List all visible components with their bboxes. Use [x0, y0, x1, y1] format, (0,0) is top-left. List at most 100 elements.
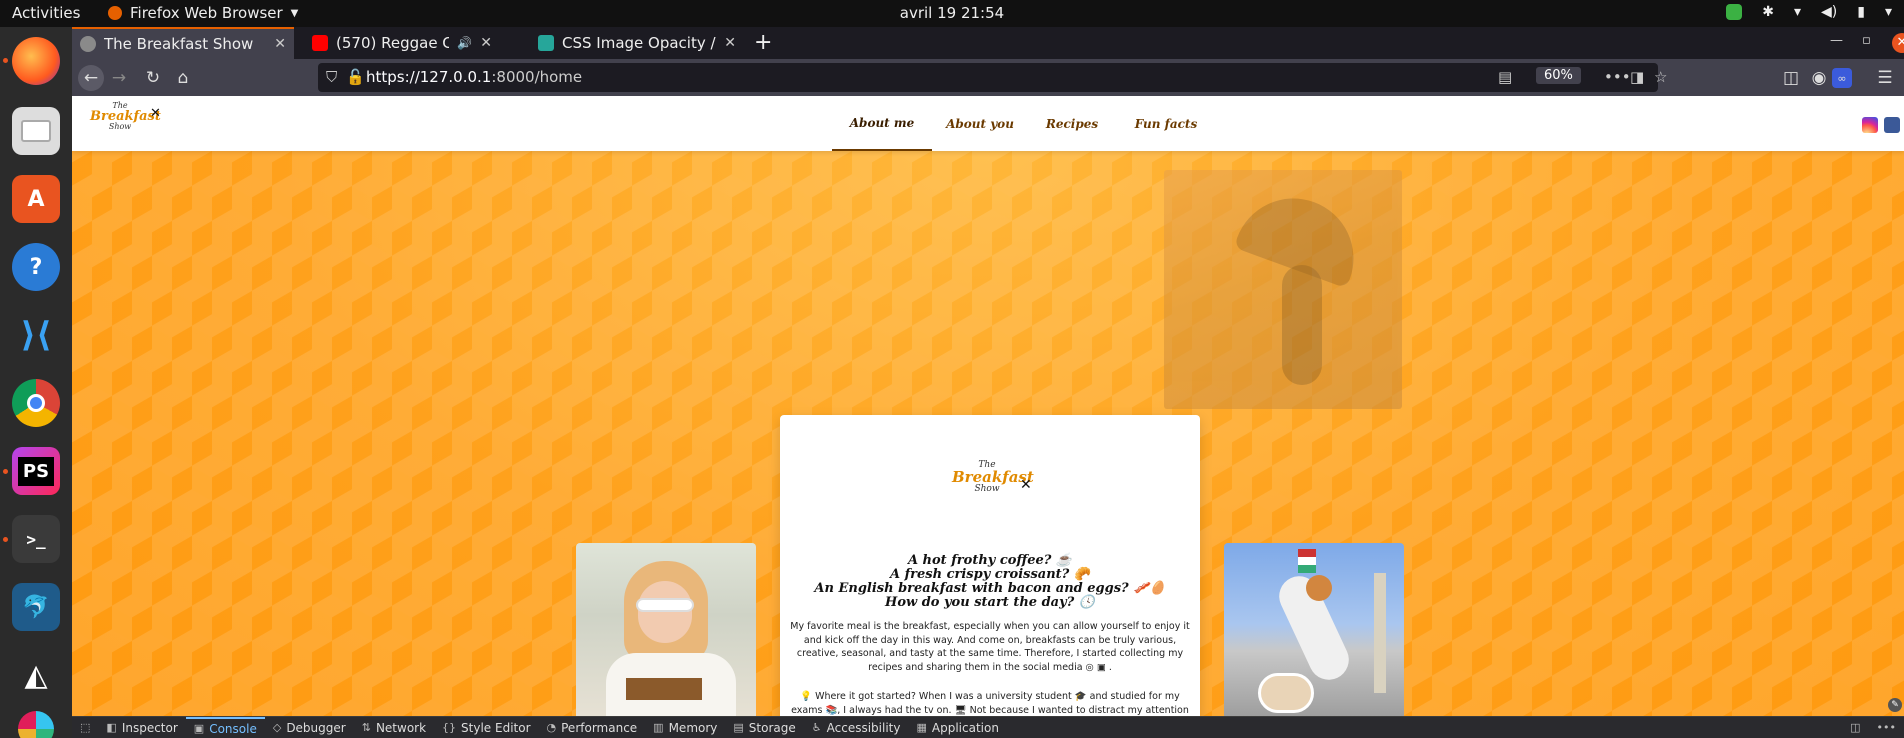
- cutlery-icon: ✕: [150, 106, 161, 121]
- files-icon[interactable]: [12, 107, 60, 155]
- nav-about-me[interactable]: About me: [832, 96, 932, 151]
- mysql-workbench-icon[interactable]: 🐬: [12, 583, 60, 631]
- devtools-pick-element-icon[interactable]: ⬚: [72, 717, 98, 738]
- facebook-icon[interactable]: [1884, 117, 1900, 133]
- devtools-tab-application[interactable]: ▦ Application: [908, 717, 1006, 738]
- page-viewport: The Breakfast Show ✕ About me About you …: [72, 96, 1904, 716]
- photo-column: [1374, 573, 1386, 693]
- maximize-icon[interactable]: ▫: [1862, 33, 1871, 48]
- account-icon[interactable]: ◉: [1806, 65, 1832, 91]
- inkscape-icon[interactable]: ◭: [12, 651, 60, 699]
- new-tab-button[interactable]: +: [754, 30, 772, 55]
- terminal-icon[interactable]: >_: [12, 515, 60, 563]
- tab-label: Debugger: [286, 720, 346, 735]
- floating-action-icon[interactable]: ✎: [1888, 698, 1902, 712]
- devtools-toolbar: ⬚ ◧ Inspector ▣ Console ◇ Debugger ⇅ Network…: [72, 716, 1904, 738]
- slack-dock-icon[interactable]: [12, 710, 60, 738]
- tab-breakfast-show[interactable]: The Breakfast Show ✕: [72, 27, 294, 59]
- app-store-icon[interactable]: A: [12, 175, 60, 223]
- vpn-status-icon[interactable]: [1726, 4, 1743, 20]
- pocket-icon[interactable]: ◨: [1630, 68, 1644, 86]
- site-lock-icon[interactable]: 🔓: [346, 68, 365, 86]
- close-tab-icon[interactable]: ✕: [480, 35, 492, 51]
- home-icon[interactable]: ⌂: [170, 65, 196, 91]
- memory-icon: ▥: [653, 721, 664, 734]
- chrome-icon[interactable]: [12, 379, 60, 427]
- page-favicon-icon: [80, 36, 96, 52]
- accessibility-icon: ♿: [811, 721, 822, 734]
- minimize-icon[interactable]: —: [1830, 33, 1843, 48]
- console-icon: ▣: [193, 722, 205, 735]
- w3schools-icon: [538, 35, 554, 51]
- devtools-tab-accessibility[interactable]: ♿ Accessibility: [804, 717, 909, 738]
- close-window-icon[interactable]: ✕: [1892, 33, 1904, 53]
- inspector-icon: ◧: [106, 721, 117, 734]
- volume-icon: ◀): [1821, 4, 1838, 20]
- phpstorm-icon[interactable]: PS: [12, 447, 60, 495]
- system-tray[interactable]: ✱ ▾ ◀) ▮ ▾: [1726, 4, 1892, 20]
- tab-label: (570) Reggae Covers P: [336, 34, 450, 52]
- devtools-tab-network[interactable]: ⇅ Network: [354, 717, 434, 738]
- running-indicator: [3, 469, 8, 474]
- close-tab-icon[interactable]: ✕: [274, 36, 286, 52]
- card-heading: A hot frothy coffee? ☕ A fresh crispy cr…: [780, 554, 1200, 610]
- wifi-icon: ▾: [1793, 4, 1802, 20]
- heading-line: A fresh crispy croissant? 🥐: [889, 567, 1091, 582]
- instagram-icon[interactable]: [1862, 117, 1878, 133]
- running-indicator: [3, 537, 8, 542]
- power-menu-icon[interactable]: ▾: [1885, 4, 1892, 20]
- extension-icon[interactable]: ∞: [1832, 68, 1852, 88]
- close-tab-icon[interactable]: ✕: [724, 35, 736, 51]
- photo-woman-square: [1224, 543, 1404, 716]
- devtools-tab-performance[interactable]: ◔ Performance: [539, 717, 646, 738]
- firefox-icon[interactable]: [12, 37, 60, 85]
- tab-label: Storage: [748, 720, 796, 735]
- site-logo[interactable]: The Breakfast Show: [90, 102, 161, 131]
- tracking-shield-icon[interactable]: ⛉: [326, 68, 337, 86]
- devtools-more-icon[interactable]: •••: [1869, 717, 1904, 738]
- devtools-tab-inspector[interactable]: ◧ Inspector: [98, 717, 185, 738]
- nav-recipes[interactable]: Recipes: [1028, 96, 1116, 151]
- slack-icon[interactable]: ✱: [1762, 4, 1774, 20]
- reader-view-icon[interactable]: ▤: [1498, 68, 1512, 86]
- help-icon[interactable]: ?: [12, 243, 60, 291]
- devtools-tab-style-editor[interactable]: {} Style Editor: [434, 717, 538, 738]
- url-text[interactable]: https://127.0.0.1:8000/home: [366, 68, 582, 86]
- tab-label: Memory: [668, 720, 718, 735]
- figure-shape: [1282, 265, 1322, 385]
- hero-section: The Breakfast Show ✕ A hot frothy coffee…: [72, 151, 1904, 716]
- clock[interactable]: avril 19 21:54: [0, 4, 1904, 22]
- cutlery-icon: ✕: [1020, 477, 1032, 493]
- debugger-icon: ◇: [272, 721, 282, 734]
- application-icon: ▦: [916, 721, 927, 734]
- nav-fun-facts[interactable]: Fun facts: [1116, 96, 1216, 151]
- devtools-tab-storage[interactable]: ▤ Storage: [725, 717, 803, 738]
- tab-css-opacity[interactable]: CSS Image Opacity / Tran ✕: [530, 27, 744, 59]
- photo-chessboard: [626, 678, 702, 700]
- forward-icon[interactable]: →: [106, 65, 132, 91]
- nav-about-you[interactable]: About you: [932, 96, 1028, 151]
- heading-line: A hot frothy coffee? ☕: [907, 553, 1073, 568]
- menu-icon[interactable]: ☰: [1872, 65, 1898, 91]
- photo-face: [638, 581, 692, 643]
- url-host: https://127.0.0.1: [366, 68, 492, 86]
- bookmark-star-icon[interactable]: ☆: [1654, 68, 1667, 86]
- vscode-icon[interactable]: ⟩⟨: [12, 311, 60, 359]
- devtools-tab-memory[interactable]: ▥ Memory: [645, 717, 725, 738]
- back-icon[interactable]: ←: [78, 65, 104, 91]
- sidebar-icon[interactable]: ◫: [1778, 65, 1804, 91]
- logo-show: Show: [108, 122, 132, 131]
- page-actions-icon[interactable]: •••: [1604, 68, 1631, 86]
- tab-reggae-covers[interactable]: (570) Reggae Covers P 🔊 ✕: [304, 27, 500, 59]
- speaker-icon[interactable]: 🔊: [457, 36, 472, 50]
- zoom-level[interactable]: 60%: [1536, 67, 1581, 84]
- storage-icon: ▤: [733, 721, 744, 734]
- url-bar[interactable]: ⛉ 🔓 https://127.0.0.1:8000/home ▤ 60% ••…: [318, 63, 1667, 92]
- devtools-tab-debugger[interactable]: ◇ Debugger: [265, 717, 354, 738]
- reload-icon[interactable]: ↻: [140, 65, 166, 91]
- running-indicator: [3, 58, 8, 63]
- tab-label: CSS Image Opacity / Tran: [562, 34, 716, 52]
- devtools-dock-icon[interactable]: ◫: [1842, 717, 1868, 738]
- devtools-tab-console[interactable]: ▣ Console: [185, 716, 265, 738]
- tab-label: Inspector: [121, 720, 178, 735]
